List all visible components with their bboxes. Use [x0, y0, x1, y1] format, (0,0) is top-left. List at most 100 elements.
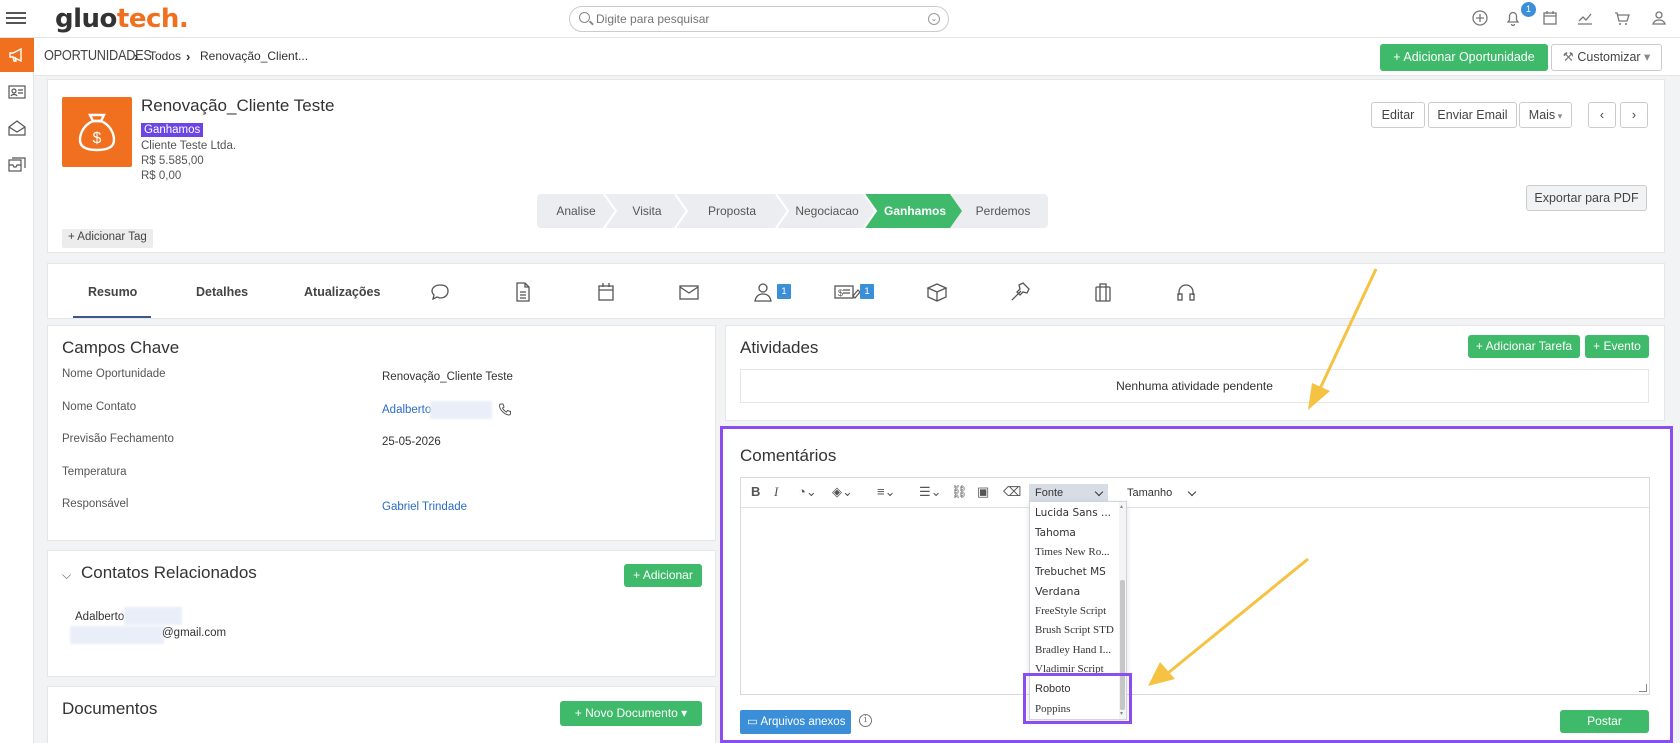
calendar-icon[interactable] — [594, 280, 618, 304]
bell-icon[interactable] — [1503, 8, 1523, 28]
envelope-icon[interactable] — [677, 280, 701, 304]
chevron-down-icon[interactable]: ⌄ — [928, 13, 940, 25]
box-icon[interactable] — [925, 280, 949, 304]
tab-detalhes[interactable]: Detalhes — [196, 285, 248, 299]
inbox-icon[interactable] — [0, 111, 34, 145]
opportunity-value: R$ 5.585,00 — [141, 155, 204, 167]
plus-icon: + — [68, 231, 78, 243]
add-task-button[interactable]: + Adicionar Tarefa — [1468, 335, 1580, 358]
font-option[interactable]: Lucida Sans ... — [1035, 507, 1111, 519]
activities-title: Atividades — [740, 338, 819, 357]
font-option[interactable]: FreeStyle Script — [1035, 605, 1106, 617]
next-record-button[interactable]: › — [1620, 102, 1648, 128]
add-contact-button[interactable]: + Adicionar — [624, 564, 702, 587]
stage-proposta[interactable]: Proposta — [682, 194, 782, 228]
font-option[interactable]: Verdana — [1035, 585, 1080, 598]
breadcrumb-current[interactable]: Renovação_Client... — [200, 49, 308, 63]
logo[interactable]: gluotech. — [55, 4, 189, 34]
cart-icon[interactable] — [1612, 8, 1632, 28]
palette-icon[interactable]: ◔⌄ — [798, 484, 817, 502]
stage-perdemos[interactable]: Perdemos — [958, 194, 1048, 228]
redacted-text — [124, 607, 182, 625]
font-option[interactable]: Brush Script STD — [1035, 624, 1114, 636]
plus-icon: + — [633, 568, 643, 582]
font-option[interactable]: Trebuchet MS — [1035, 566, 1106, 578]
user-icon[interactable] — [1649, 8, 1669, 28]
laptop-icon: ▭ — [747, 716, 761, 728]
add-event-button[interactable]: + Evento — [1585, 335, 1649, 358]
phone-icon[interactable] — [498, 403, 512, 417]
contact-card-icon[interactable] — [0, 75, 34, 109]
field-label: Previsão Fechamento — [62, 433, 174, 445]
breadcrumb-todos[interactable]: Todos — [149, 49, 181, 63]
scroll-up-icon[interactable]: ▴ — [1120, 503, 1123, 510]
chart-icon[interactable] — [1575, 8, 1595, 28]
stage-ganhamos[interactable]: Ganhamos — [872, 194, 958, 228]
contacts-count-badge: 1 — [777, 284, 791, 299]
mail-tray-icon[interactable] — [0, 147, 34, 181]
stage-negociacao[interactable]: Negociacao — [783, 194, 871, 228]
resize-handle[interactable] — [1639, 684, 1647, 692]
list-icon[interactable]: ☰⌄ — [919, 484, 942, 502]
chat-bubble-icon[interactable] — [428, 280, 452, 304]
font-option[interactable]: Tahoma — [1035, 527, 1076, 539]
roboto-poppins-highlight — [1023, 673, 1132, 724]
person-icon[interactable] — [751, 280, 775, 304]
notification-badge: 1 — [1521, 2, 1536, 17]
link-icon[interactable]: ⛓ — [951, 484, 968, 502]
eraser-icon[interactable]: ⌫ — [1003, 484, 1021, 502]
redacted-text — [430, 401, 492, 419]
new-document-button[interactable]: + Novo Documento ▾ — [560, 701, 702, 726]
contact-link[interactable]: Adalberto — [382, 404, 431, 416]
size-select[interactable]: Tamanho — [1121, 484, 1201, 504]
font-option[interactable]: Times New Ro... — [1035, 546, 1109, 558]
send-email-button[interactable]: Enviar Email — [1428, 102, 1517, 128]
money-bag-icon: $ — [62, 97, 132, 167]
previous-record-button[interactable]: ‹ — [1588, 102, 1616, 128]
align-icon[interactable]: ≡⌄ — [877, 484, 895, 502]
tab-bar: Resumo Detalhes Atualizações 1 $ 1 — [47, 263, 1665, 319]
font-option[interactable]: Bradley Hand I... — [1035, 644, 1111, 656]
customize-button[interactable]: ⚒ Customizar ▾ — [1551, 44, 1662, 71]
info-icon[interactable]: i — [859, 714, 872, 727]
document-icon[interactable] — [511, 280, 535, 304]
comments-title: Comentários — [740, 446, 837, 465]
svg-text:$: $ — [93, 130, 102, 147]
documents-title: Documentos — [62, 699, 158, 718]
hammer-icon[interactable] — [1008, 280, 1032, 304]
edit-button[interactable]: Editar — [1371, 102, 1425, 128]
add-opportunity-button[interactable]: + Adicionar Oportunidade — [1380, 44, 1548, 71]
collapse-chevron-icon[interactable]: ⌵ — [62, 568, 71, 583]
briefcase-icon[interactable] — [1091, 280, 1115, 304]
left-rail — [0, 38, 34, 743]
search-input[interactable] — [596, 10, 916, 28]
italic-icon[interactable]: I — [774, 484, 778, 502]
add-circle-icon[interactable] — [1470, 8, 1490, 28]
calendar-icon[interactable] — [1540, 8, 1560, 28]
bold-icon[interactable]: B — [751, 484, 760, 502]
wrench-icon: ⚒ — [1562, 50, 1578, 64]
menu-icon[interactable] — [6, 9, 26, 27]
quote-icon[interactable]: $ — [833, 280, 861, 304]
attachments-button[interactable]: ▭ Arquivos anexos — [740, 710, 851, 734]
stage-analise[interactable]: Analise — [537, 194, 615, 228]
post-button[interactable]: Postar — [1560, 710, 1649, 733]
stage-visita[interactable]: Visita — [613, 194, 681, 228]
active-tab-indicator — [73, 316, 151, 318]
contact-name: Adalberto — [75, 611, 125, 623]
add-tag-button[interactable]: + Adicionar Tag — [62, 229, 153, 248]
headset-icon[interactable] — [1174, 280, 1198, 304]
image-icon[interactable]: ▣ — [977, 484, 989, 502]
fill-color-icon[interactable]: ◈⌄ — [832, 484, 853, 502]
tab-resumo[interactable]: Resumo — [88, 285, 137, 299]
more-button[interactable]: Mais ▾ — [1519, 102, 1572, 128]
redacted-email — [70, 626, 164, 644]
export-pdf-button[interactable]: Exportar para PDF — [1526, 185, 1647, 211]
search-bar[interactable]: ⌄ — [569, 6, 949, 32]
owner-link[interactable]: Gabriel Trindade — [382, 501, 467, 513]
plus-icon: + — [1393, 50, 1404, 64]
plus-icon: + — [1593, 339, 1604, 353]
opportunity-secondary-value: R$ 0,00 — [141, 170, 182, 182]
megaphone-icon[interactable] — [0, 38, 34, 72]
tab-atualizacoes[interactable]: Atualizações — [304, 285, 380, 299]
